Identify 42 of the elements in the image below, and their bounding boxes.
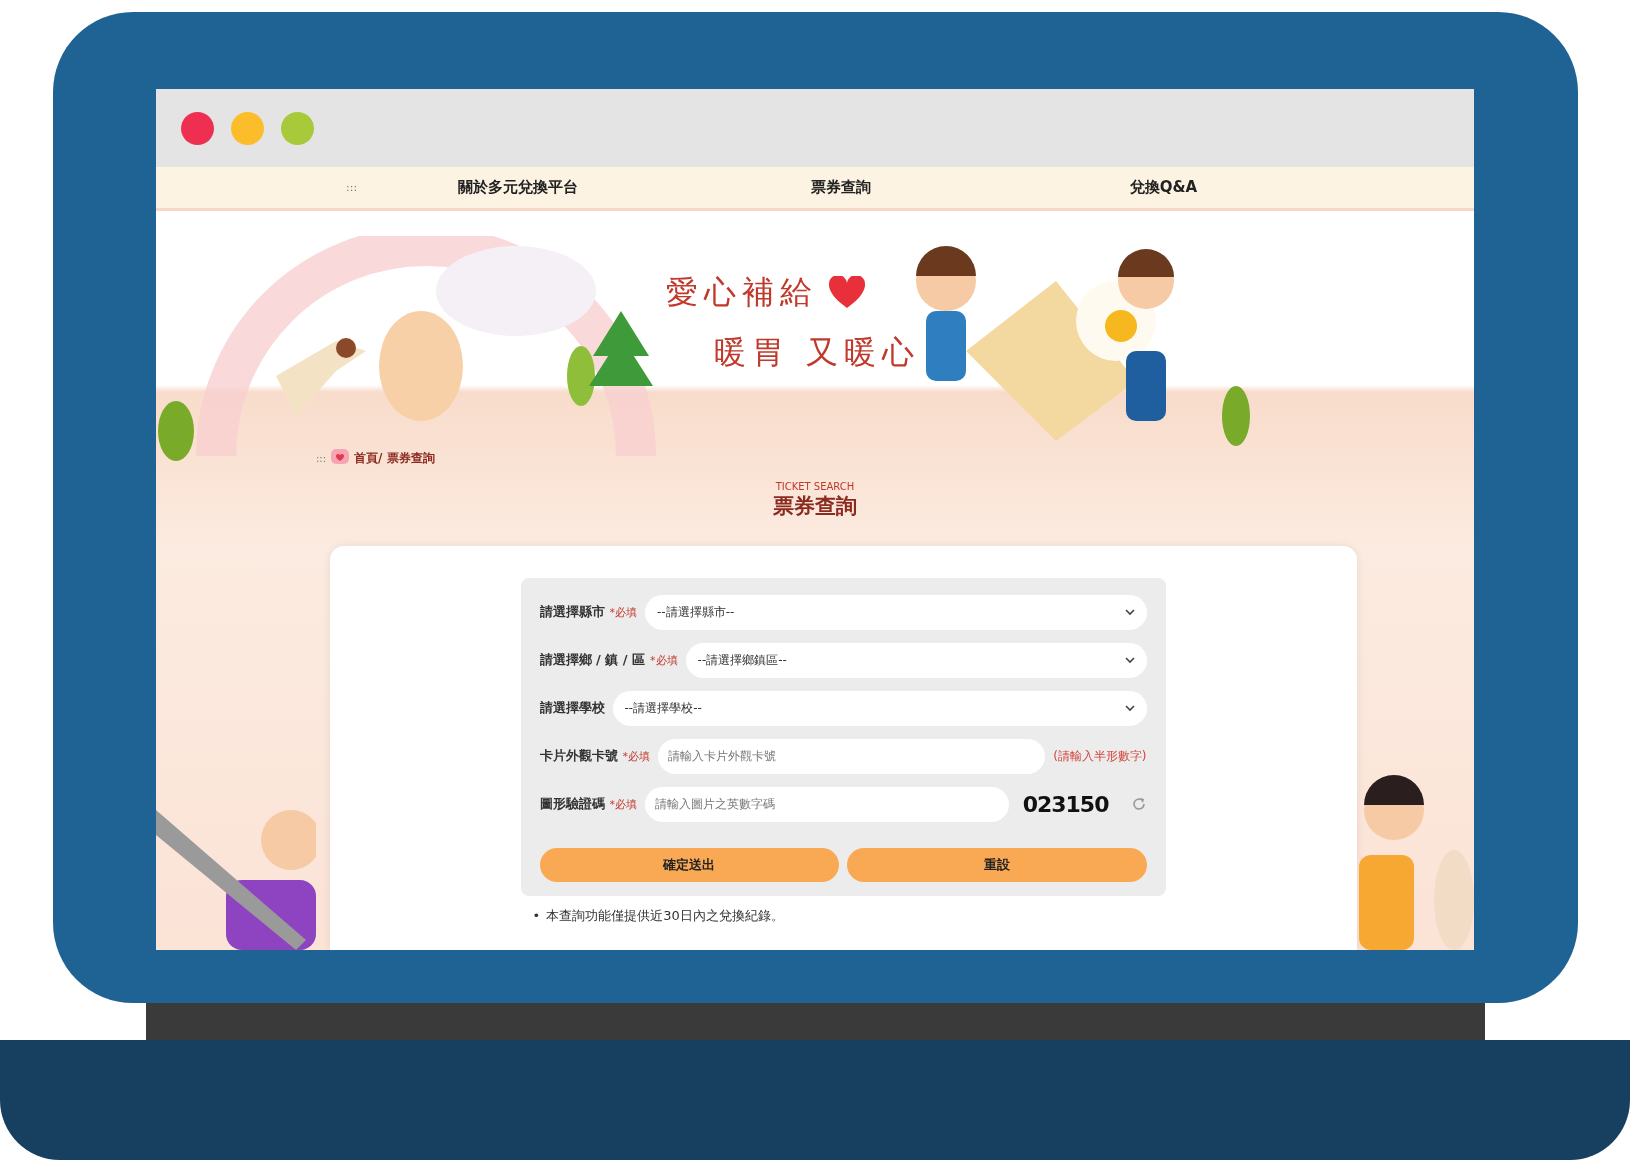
refresh-icon[interactable]: [1130, 796, 1147, 812]
window-button[interactable]: [181, 111, 214, 145]
window-button[interactable]: [281, 111, 314, 145]
required-label: *必填: [609, 604, 637, 620]
submit-button[interactable]: 確定送出: [539, 848, 839, 882]
dropdown-value: --請選擇鄉鎮區--: [697, 651, 787, 669]
hero-slogan: 暖胃 又暖心: [714, 332, 921, 373]
nav-link[interactable]: 票券查詢: [679, 178, 1002, 197]
hero-slogan: 愛心補給: [666, 272, 818, 313]
captcha-code: 023150: [1022, 791, 1109, 817]
reset-button[interactable]: 重設: [847, 848, 1147, 882]
breadcrumb-link[interactable]: 票券查詢: [386, 449, 435, 467]
chevron-down-icon: [1124, 656, 1135, 664]
note-text: 本查詢功能僅提供近30日內之兌換紀錄。: [546, 907, 784, 925]
field-label: 請選擇鄉 / 鎮 / 區: [539, 651, 646, 669]
required-label: *必填: [609, 796, 637, 812]
field-label: 請選擇學校: [539, 699, 605, 717]
section-title: 票券查詢: [773, 493, 857, 520]
nav-link[interactable]: 兌換Q&A: [1002, 178, 1325, 197]
input-field[interactable]: 請輸入卡片外觀卡號: [658, 738, 1046, 774]
section-subtitle: TICKET SEARCH: [775, 481, 855, 492]
dropdown-field[interactable]: --請選擇學校--: [612, 690, 1147, 726]
dropdown-value: --請選擇學校--: [624, 699, 702, 717]
menu-icon[interactable]: :::: [346, 181, 356, 194]
breadcrumb-link[interactable]: 首頁/: [354, 449, 383, 467]
required-label: *必填: [650, 652, 678, 668]
dropdown-value: --請選擇縣市--: [657, 603, 735, 621]
field-label: 卡片外觀卡號: [539, 747, 618, 765]
dropdown-field[interactable]: --請選擇鄉鎮區--: [685, 642, 1147, 678]
field-label: 圖形驗證碼: [539, 795, 605, 813]
menu-icon[interactable]: :::: [316, 452, 327, 464]
field-hint: (請輸入半形數字): [1053, 747, 1147, 765]
chevron-down-icon: [1124, 704, 1135, 712]
bullet-icon: •: [532, 906, 541, 926]
input-field[interactable]: 請輸入圖片之英數字碼: [645, 786, 1009, 822]
field-label: 請選擇縣市: [539, 603, 605, 621]
nav-link[interactable]: 關於多元兌換平台: [356, 178, 679, 197]
dropdown-field[interactable]: --請選擇縣市--: [645, 594, 1147, 630]
heart-icon: [828, 276, 866, 310]
required-label: *必填: [622, 748, 650, 764]
chevron-down-icon: [1124, 608, 1135, 616]
window-button[interactable]: [231, 111, 264, 145]
